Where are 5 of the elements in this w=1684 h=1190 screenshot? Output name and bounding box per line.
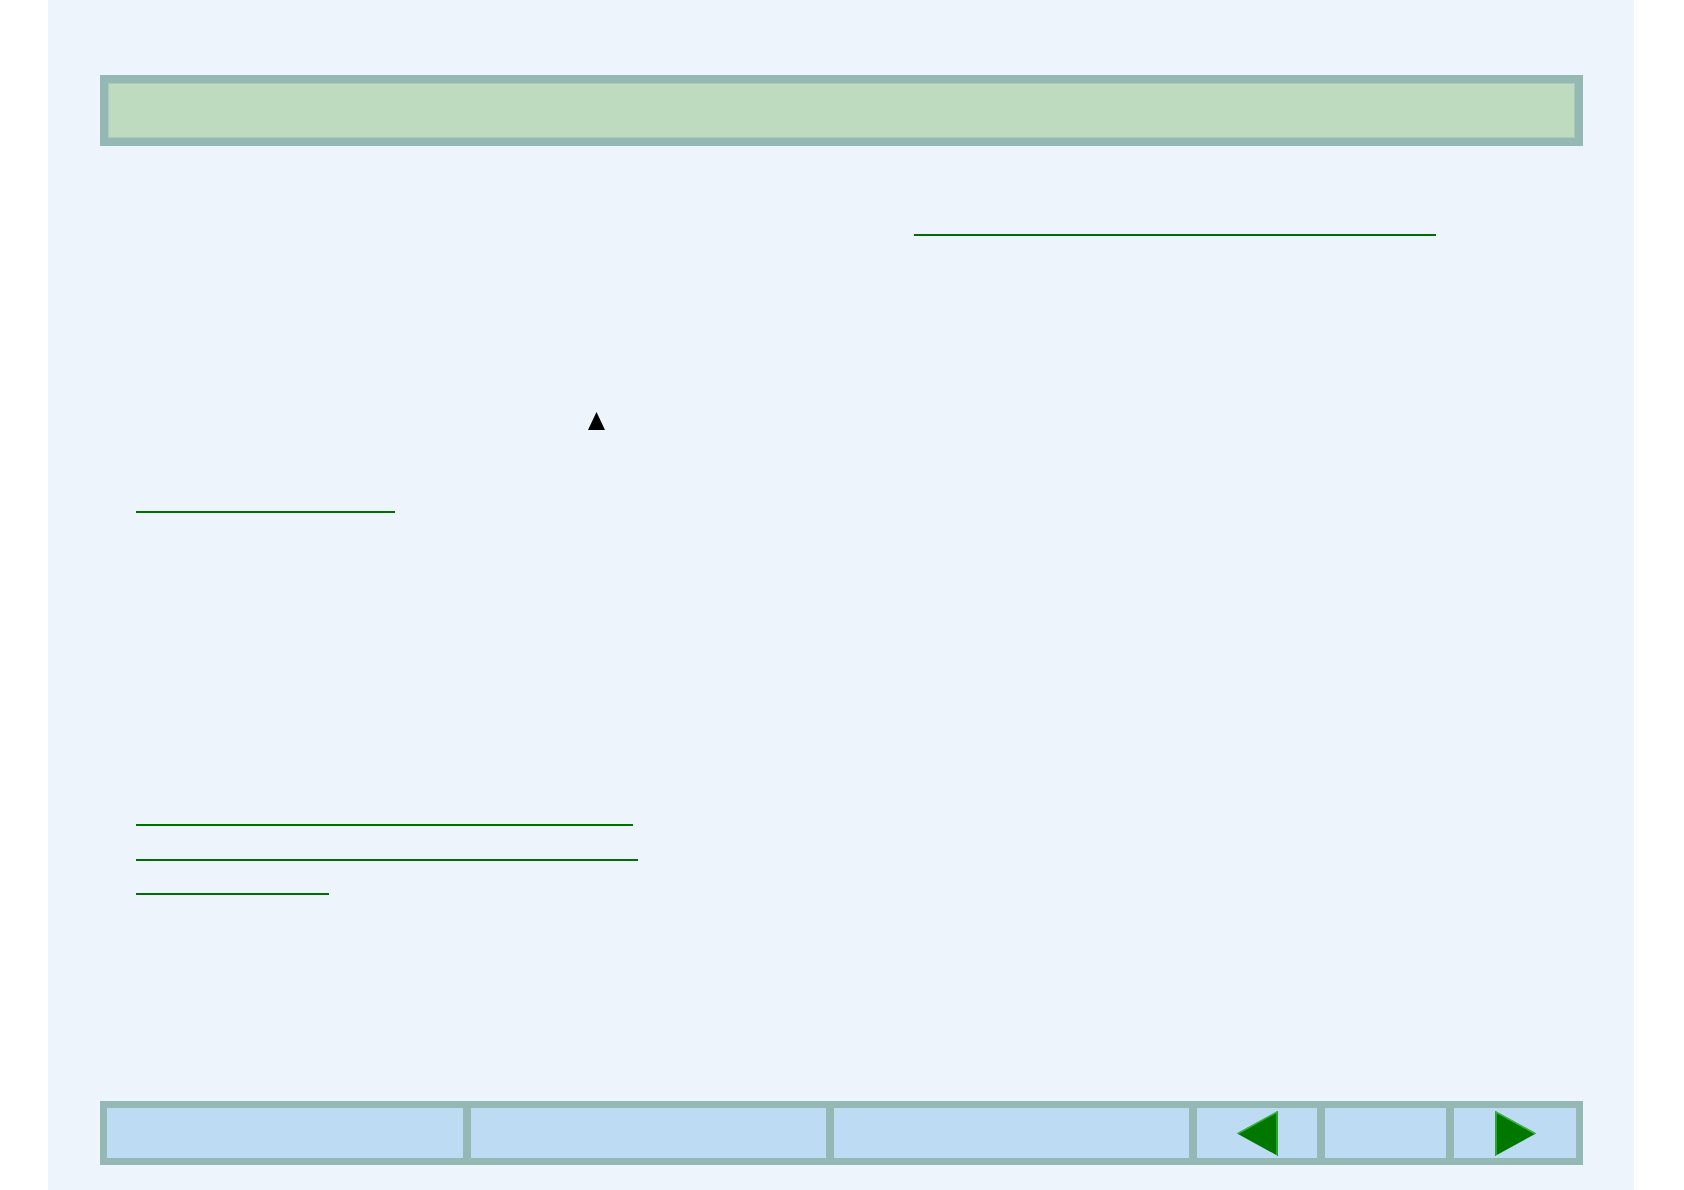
up-triangle-icon [588, 412, 605, 430]
left-triangle-icon [1236, 1110, 1278, 1156]
right-triangle-icon [1494, 1110, 1536, 1156]
nav-button[interactable] [1197, 1108, 1317, 1158]
nav-button[interactable] [1454, 1108, 1576, 1158]
